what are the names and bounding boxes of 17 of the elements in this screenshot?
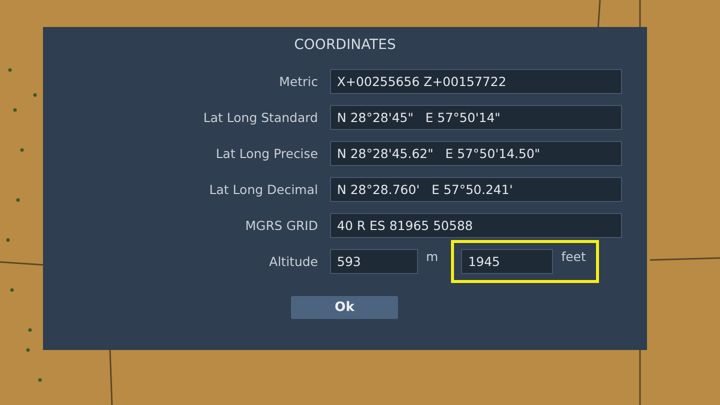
altitude-field[interactable]: 1945 xyxy=(461,249,554,274)
coordinate-field[interactable]: N 28°28.760' E 57°50.241' xyxy=(330,177,622,202)
unit-label: feet xyxy=(561,249,586,264)
field-label: Altitude xyxy=(268,254,319,269)
unit-label: m xyxy=(426,249,438,264)
field-label: MGRS GRID xyxy=(244,218,319,233)
field-label: Metric xyxy=(278,74,319,89)
ok-button[interactable]: Ok xyxy=(291,296,398,319)
coordinate-field[interactable]: N 28°28'45.62" E 57°50'14.50" xyxy=(330,141,622,166)
field-label: Lat Long Standard xyxy=(202,110,319,125)
coordinate-field[interactable]: N 28°28'45" E 57°50'14" xyxy=(330,105,622,130)
field-label: Lat Long Decimal xyxy=(208,182,319,197)
coordinate-field[interactable]: 40 R ES 81965 50588 xyxy=(330,213,622,238)
coordinate-field[interactable]: X+00255656 Z+00157722 xyxy=(330,69,622,94)
altitude-field[interactable]: 593 xyxy=(330,249,418,274)
dialog-title: COORDINATES xyxy=(294,37,396,53)
field-label: Lat Long Precise xyxy=(214,146,319,161)
